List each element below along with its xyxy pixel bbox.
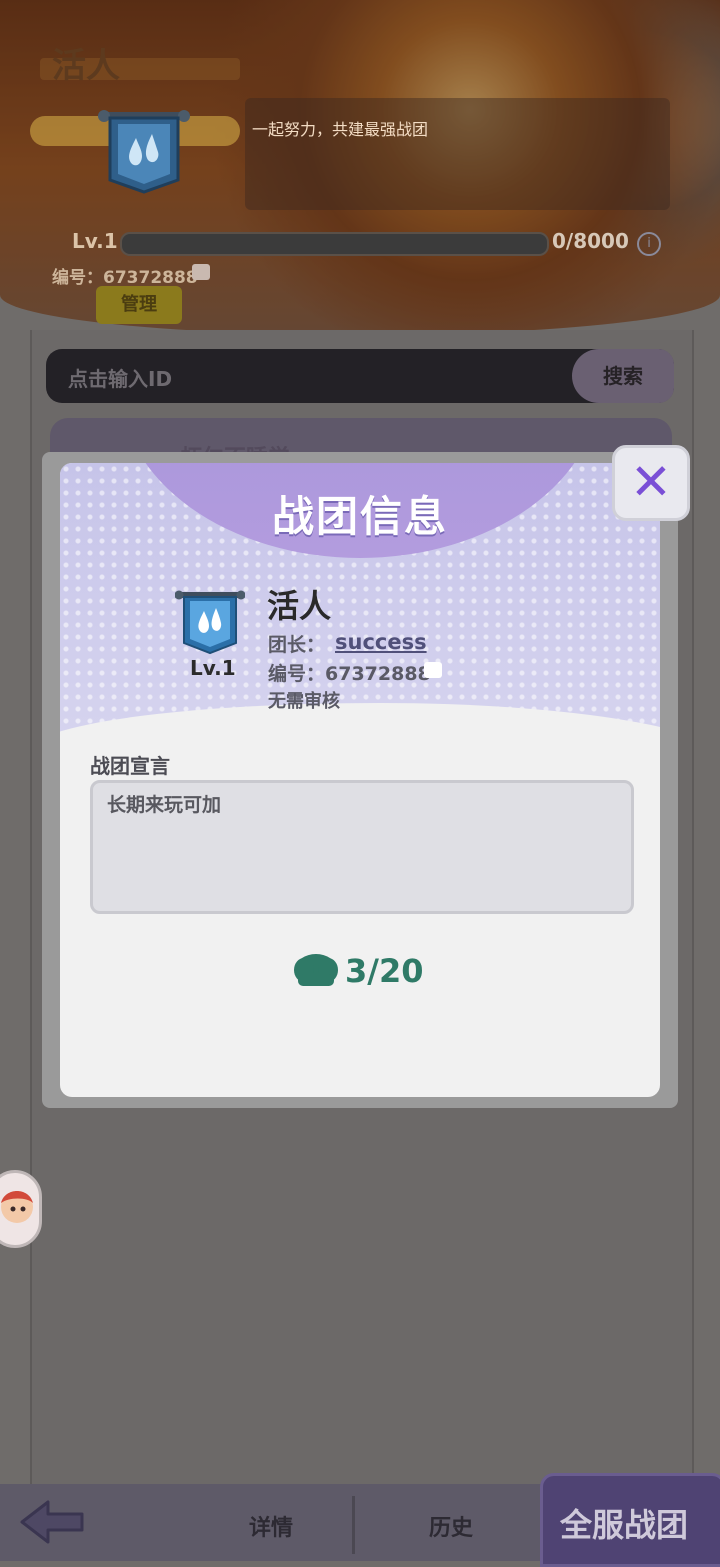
leader-label: 团长： [268,634,326,656]
guild-name: 活人 [52,46,120,86]
modal-guild-level: Lv.1 [190,656,236,680]
guild-banner-icon [98,110,190,194]
guild-motto: 一起努力，共建最强战团 [252,120,429,139]
tab-details[interactable]: 详情 [249,1510,293,1542]
avatar[interactable] [0,1170,42,1248]
tab-history[interactable]: 历史 [429,1510,473,1542]
members-icon [294,954,338,986]
guild-id: 编号：67372888 [52,268,198,288]
close-icon: ✕ [630,453,672,511]
back-arrow-icon[interactable] [18,1498,88,1546]
member-count: 3/20 [345,952,424,990]
review-status: 无需审核 [268,691,340,712]
declaration-label: 战团宣言 [90,754,170,778]
info-icon[interactable]: i [637,232,661,256]
declaration-text: 长期来玩可加 [107,794,222,816]
modal-guild-id: 编号：67372888 [268,663,431,685]
exp-progress-bar [120,232,549,256]
guild-info-modal: 战团信息 Lv.1 活人 团长： success 编号：67372888 无需审… [60,463,660,1097]
copy-icon[interactable] [424,662,442,678]
modal-title: 战团信息 [271,492,448,541]
leader-name-link[interactable]: success [335,630,427,654]
search-button[interactable]: 搜索 [572,349,674,403]
guild-banner-icon [175,590,245,655]
modal-guild-name: 活人 [267,587,332,625]
guild-level: Lv.1 [72,229,118,253]
search-placeholder: 点击输入ID [68,367,173,391]
exp-text: 0/8000 [552,229,629,253]
avatar-icon [1,1191,33,1223]
manage-button[interactable]: 管理 [96,286,182,324]
copy-icon[interactable] [192,264,210,280]
close-button[interactable]: ✕ [612,445,690,521]
nav-divider [352,1496,355,1554]
motto-box [245,98,670,210]
tab-all-server-label: 全服战团 [560,1506,689,1544]
